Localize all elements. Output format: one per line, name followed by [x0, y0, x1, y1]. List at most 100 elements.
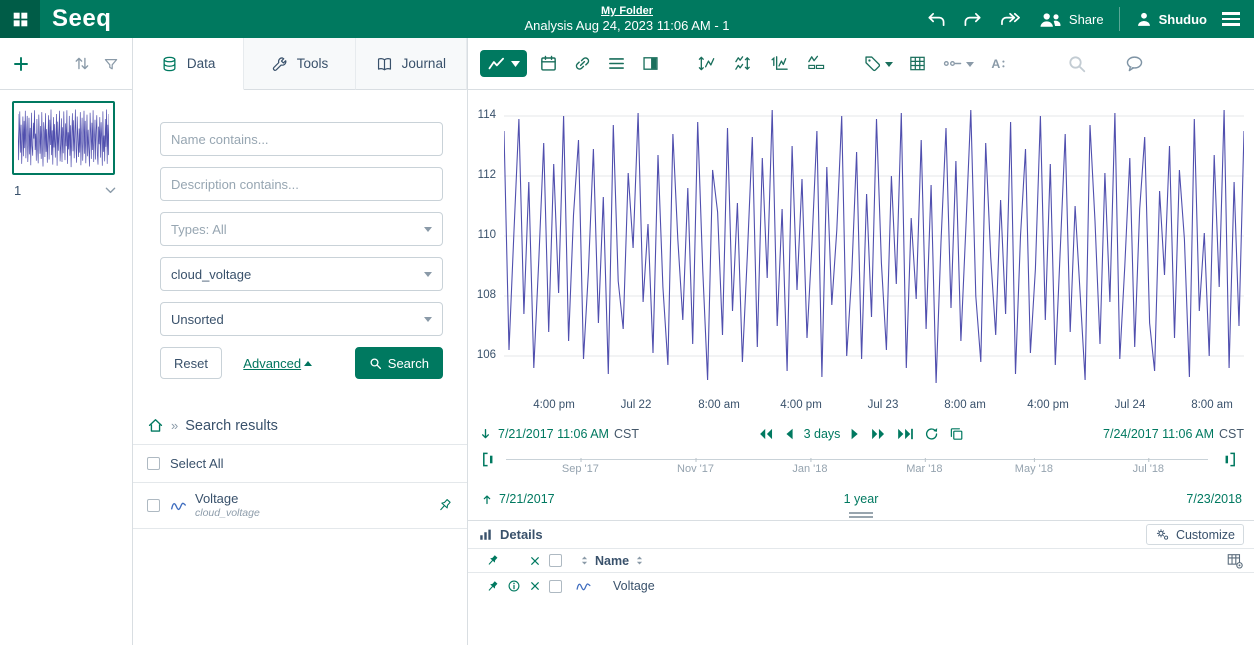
range-end-value[interactable]: 7/24/2017 11:06 AM	[1103, 427, 1214, 441]
capsule-time-icon[interactable]	[802, 51, 829, 76]
worksheet-sidebar: 1	[0, 38, 133, 645]
redo-button[interactable]	[962, 10, 984, 29]
timeline-end-handle[interactable]	[1219, 450, 1238, 469]
investigate-start-value[interactable]: 7/21/2017	[499, 492, 555, 506]
timeline-start-handle[interactable]	[480, 450, 499, 469]
panel-splitter[interactable]	[468, 510, 1254, 520]
worksheet-options-chevron-icon[interactable]	[103, 183, 118, 198]
trend-plot[interactable]	[504, 98, 1244, 392]
tab-data[interactable]: Data	[133, 38, 244, 90]
samples-button[interactable]	[939, 51, 977, 76]
tab-tools[interactable]: Tools	[244, 38, 355, 90]
search-buttons-row: Reset Advanced Search	[160, 347, 443, 379]
annotation-bubble-icon[interactable]	[1121, 51, 1148, 76]
one-y-axis-icon[interactable]	[766, 51, 793, 76]
select-all-checkbox[interactable]	[147, 457, 160, 470]
name-contains-input[interactable]	[160, 122, 443, 156]
my-folder-link[interactable]: My Folder	[524, 5, 729, 18]
chevron-down-icon	[424, 227, 432, 236]
step-forward-icon[interactable]	[849, 427, 860, 441]
tab-journal[interactable]: Journal	[356, 38, 467, 90]
description-contains-input[interactable]	[160, 167, 443, 201]
range-start-value[interactable]: 7/21/2017 11:06 AM	[498, 427, 609, 441]
hamburger-menu-icon[interactable]	[1222, 12, 1240, 25]
table-rows-button[interactable]	[604, 51, 629, 76]
link-button[interactable]	[570, 51, 595, 76]
one-lane-icon[interactable]	[694, 51, 721, 76]
share-button[interactable]: Share	[1038, 10, 1104, 29]
new-worksheet-button[interactable]	[13, 56, 29, 72]
details-select-all-checkbox[interactable]	[549, 554, 562, 567]
refresh-icon[interactable]	[923, 426, 939, 442]
duration-link[interactable]: 3 days	[804, 427, 841, 441]
name-column-header[interactable]: Name	[579, 554, 645, 568]
filter-worksheets-icon[interactable]	[103, 56, 119, 72]
step-to-end-icon[interactable]	[895, 427, 914, 441]
grid-table-button[interactable]	[905, 51, 930, 76]
sort-icon	[579, 554, 590, 567]
step-forward-double-icon[interactable]	[869, 427, 886, 441]
pin-column-header-icon[interactable]	[482, 553, 503, 568]
tag-button[interactable]	[860, 51, 896, 76]
reset-button[interactable]: Reset	[160, 347, 222, 379]
row-checkbox[interactable]	[549, 580, 562, 593]
trend-lanes-icon[interactable]	[730, 51, 757, 76]
undo-button[interactable]	[925, 10, 947, 29]
header-divider	[1119, 7, 1120, 31]
range-start-timezone: CST	[614, 427, 639, 441]
investigate-end-value[interactable]: 7/23/2018	[1186, 492, 1242, 506]
search-button[interactable]: Search	[355, 347, 443, 379]
trend-chart-area[interactable]: 106108110112114 4:00 pmJul 228:00 am4:00…	[468, 90, 1254, 420]
investigate-timeline[interactable]: Sep '17Nov '17Jan '18Mar '18May '18Jul '…	[468, 448, 1254, 488]
y-tick-label: 114	[478, 109, 496, 121]
trend-toolbar: A	[468, 38, 1254, 90]
timeline-track[interactable]	[506, 459, 1208, 460]
trend-view-button[interactable]	[480, 50, 527, 77]
row-remove-icon[interactable]	[524, 580, 545, 592]
worksheet-thumbnail[interactable]	[12, 101, 115, 175]
x-tick-label: Jul 24	[1115, 399, 1146, 411]
step-back-double-icon[interactable]	[758, 427, 775, 441]
user-menu[interactable]: Shuduo	[1135, 10, 1207, 28]
split-pane-button[interactable]	[638, 51, 663, 76]
step-back-icon[interactable]	[784, 427, 795, 441]
search-result-item[interactable]: Voltage cloud_voltage	[133, 483, 467, 529]
range-start-group[interactable]: 7/21/2017 11:06 AM CST	[478, 427, 639, 442]
display-range-calendar-button[interactable]	[536, 51, 561, 76]
zoom-icon[interactable]	[1064, 51, 1090, 77]
main-area: 1 Data Tools Journal Types: All	[0, 38, 1254, 645]
advanced-link[interactable]: Advanced	[243, 356, 312, 371]
datasource-select-value: cloud_voltage	[171, 267, 251, 282]
home-icon[interactable]	[147, 417, 164, 434]
labels-button[interactable]: A	[986, 51, 1011, 76]
types-select[interactable]: Types: All	[160, 212, 443, 246]
trend-panel: A 106108110112114 4:00 pmJul 228:00 am4:…	[468, 38, 1254, 645]
row-pin-icon[interactable]	[482, 579, 503, 594]
app-switcher-button[interactable]	[0, 0, 40, 38]
document-header: My Folder Analysis Aug 24, 2023 11:06 AM…	[524, 5, 729, 34]
result-description: cloud_voltage	[195, 507, 260, 520]
wrench-icon	[271, 55, 288, 73]
range-end-group[interactable]: 7/24/2017 11:06 AM CST	[1103, 427, 1244, 441]
forward-history-button[interactable]	[999, 10, 1023, 29]
result-checkbox[interactable]	[147, 499, 160, 512]
timeline-tick-label: Jan '18	[792, 463, 827, 475]
sort-select[interactable]: Unsorted	[160, 302, 443, 336]
customize-button[interactable]: Customize	[1146, 524, 1244, 545]
table-settings-icon[interactable]	[1226, 552, 1244, 570]
details-row[interactable]: Voltage	[468, 573, 1254, 599]
sort-worksheets-button[interactable]	[73, 55, 90, 72]
datasource-select[interactable]: cloud_voltage	[160, 257, 443, 291]
journal-book-icon	[376, 55, 393, 73]
header-actions: Share Shuduo	[925, 7, 1254, 31]
row-info-icon[interactable]	[503, 579, 524, 593]
copy-range-icon[interactable]	[948, 426, 964, 442]
customize-label: Customize	[1176, 528, 1235, 542]
worksheet-thumbnail-plot	[18, 107, 109, 169]
svg-text:A: A	[991, 57, 1000, 71]
remove-column-header-icon[interactable]	[524, 555, 545, 567]
investigate-duration[interactable]: 1 year	[844, 492, 879, 506]
investigate-start-group[interactable]: 7/21/2017	[480, 492, 555, 506]
pin-icon[interactable]	[436, 497, 453, 514]
arrow-down-icon	[478, 427, 493, 442]
